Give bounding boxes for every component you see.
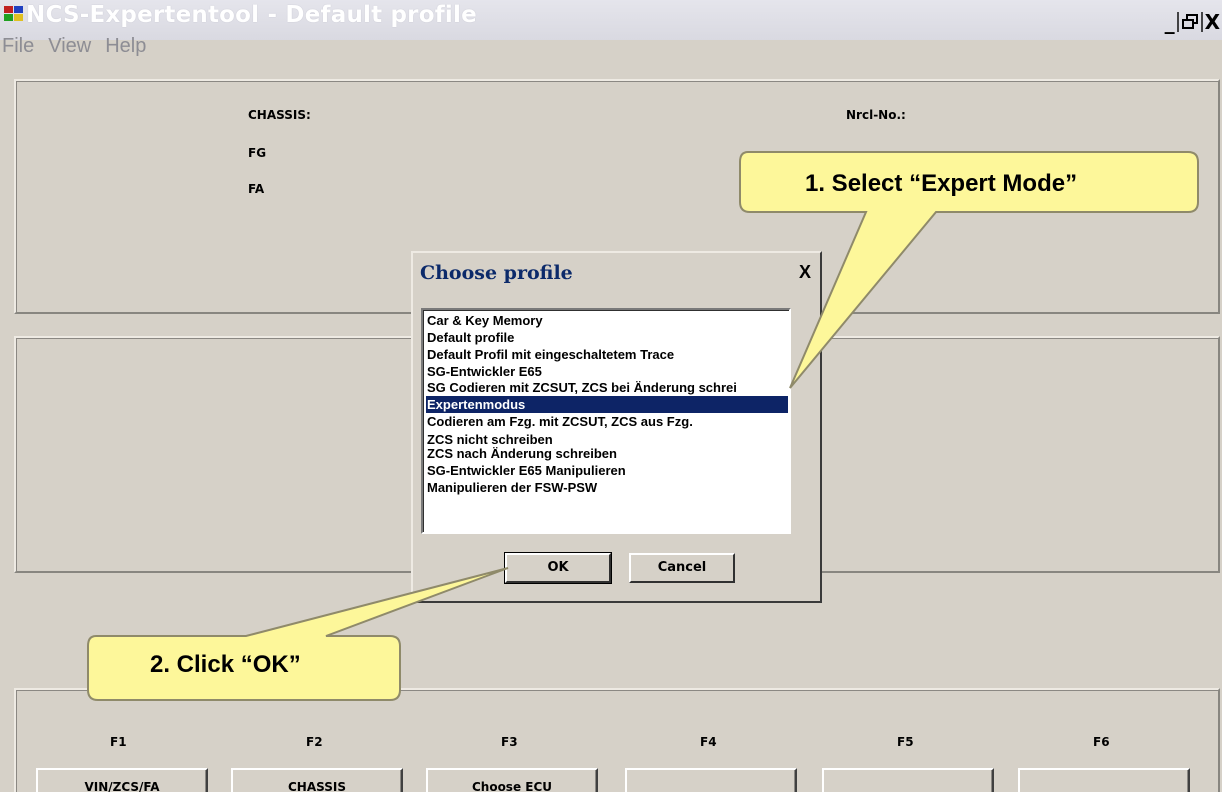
chassis-label: CHASSIS: [248, 108, 311, 122]
list-item[interactable]: SG Codieren mit ZCSUT, ZCS bei Änderung … [426, 379, 737, 396]
menu-view[interactable]: View [48, 26, 91, 66]
dialog-title: Choose profile [420, 262, 573, 284]
callout-step1-text: 1. Select “Expert Mode” [805, 170, 1078, 197]
divider [1176, 12, 1179, 32]
f6-label: F6 [1093, 735, 1110, 749]
f6-button[interactable] [1018, 768, 1190, 792]
nrcl-label: Nrcl-No.: [846, 108, 906, 122]
list-item[interactable]: Default profile [426, 329, 514, 346]
fa-label: FA [248, 182, 265, 196]
list-item[interactable]: SG-Entwickler E65 Manipulieren [426, 462, 626, 479]
f5-label: F5 [897, 735, 914, 749]
f1-button[interactable]: VIN/ZCS/FA [36, 768, 208, 792]
list-item[interactable]: ZCS nach Änderung schreiben [426, 445, 617, 462]
minimize-button[interactable]: _ [1165, 11, 1175, 33]
f2-button[interactable]: CHASSIS [231, 768, 403, 792]
list-item[interactable]: Car & Key Memory [426, 312, 543, 329]
f4-button[interactable] [625, 768, 797, 792]
fg-label: FG [248, 146, 267, 160]
callout-step2-text: 2. Click “OK” [150, 651, 301, 678]
f2-label: F2 [306, 735, 323, 749]
list-item[interactable]: Manipulieren der FSW-PSW [426, 479, 597, 496]
menu-bar: File View Help [0, 26, 146, 66]
choose-profile-dialog: Choose profile X Car & Key Memory Defaul… [411, 251, 822, 603]
list-item[interactable]: Default Profil mit eingeschaltetem Trace [426, 346, 674, 363]
window-title: NCS-Expertentool - Default profile [26, 2, 477, 28]
app-icon [4, 6, 23, 21]
dialog-title-bar: Choose profile X [417, 257, 816, 287]
menu-file[interactable]: File [2, 26, 34, 66]
divider [1200, 12, 1203, 32]
f3-button[interactable]: Choose ECU [426, 768, 598, 792]
menu-help[interactable]: Help [105, 26, 146, 66]
list-item[interactable]: Codieren am Fzg. mit ZCSUT, ZCS aus Fzg. [426, 413, 693, 430]
title-bar: NCS-Expertentool - Default profile _ X [0, 0, 1222, 40]
dialog-close-button[interactable]: X [794, 261, 816, 283]
f3-label: F3 [501, 735, 518, 749]
f1-label: F1 [110, 735, 127, 749]
ok-button[interactable]: OK [504, 552, 612, 584]
list-item-selected[interactable]: Expertenmodus [426, 396, 788, 413]
f5-button[interactable] [822, 768, 994, 792]
profile-listbox[interactable]: Car & Key Memory Default profile Default… [421, 308, 791, 534]
close-button[interactable]: X [1205, 11, 1220, 33]
window-controls: _ X [1165, 10, 1220, 34]
list-item[interactable]: SG-Entwickler E65 [426, 363, 542, 380]
cancel-button[interactable]: Cancel [629, 553, 735, 583]
f4-label: F4 [700, 735, 717, 749]
restore-button[interactable] [1181, 13, 1199, 31]
